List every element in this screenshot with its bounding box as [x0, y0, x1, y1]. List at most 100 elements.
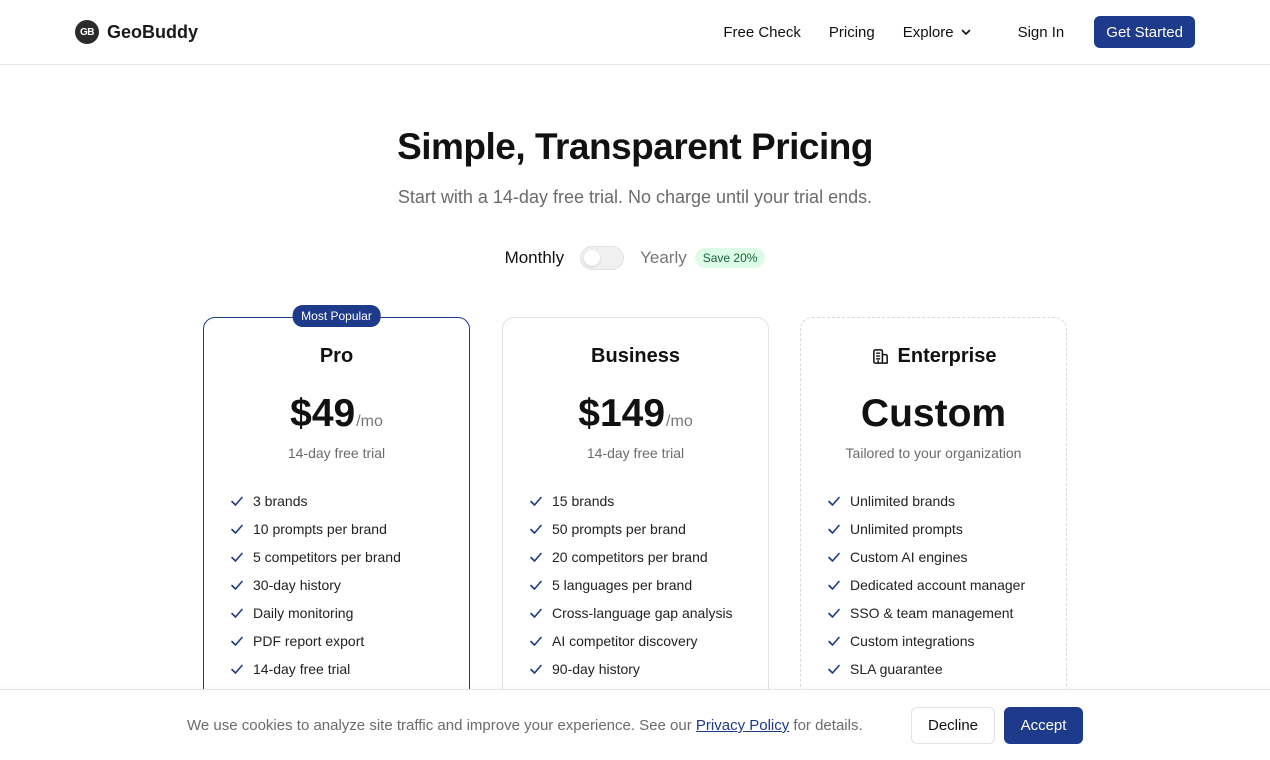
cookie-text-before: We use cookies to analyze site traffic a…	[187, 717, 696, 734]
cookie-banner: We use cookies to analyze site traffic a…	[0, 689, 1270, 760]
feature-item: SSO & team management	[827, 599, 1025, 627]
check-icon	[530, 552, 542, 562]
check-icon	[828, 636, 840, 646]
plan-price: $149	[578, 392, 666, 435]
billing-toggle-row: Monthly Yearly Save 20%	[0, 244, 1270, 272]
feature-item: 3 brands	[230, 487, 401, 515]
check-icon	[231, 580, 243, 590]
feature-text: 3 brands	[253, 493, 308, 509]
check-icon	[530, 580, 542, 590]
billing-period-switch[interactable]	[580, 246, 625, 270]
plan-period: /mo	[666, 413, 693, 430]
plan-card-enterprise: Enterprise Custom Tailored to your organ…	[800, 317, 1067, 737]
plan-card-business: Business $149 /mo 14-day free trial 15 b…	[502, 317, 769, 737]
check-icon	[828, 580, 840, 590]
billing-monthly-label[interactable]: Monthly	[505, 248, 565, 268]
feature-text: Cross-language gap analysis	[552, 605, 733, 621]
plan-name-text: Business	[591, 345, 680, 367]
check-icon	[231, 608, 243, 618]
feature-text: 20 competitors per brand	[552, 549, 708, 565]
feature-item: 10 prompts per brand	[230, 515, 401, 543]
feature-item: Dedicated account manager	[827, 571, 1025, 599]
feature-text: 50 prompts per brand	[552, 521, 686, 537]
feature-list: Unlimited brands Unlimited prompts Custom …	[827, 487, 1025, 683]
feature-item: Daily monitoring	[230, 599, 401, 627]
check-icon	[231, 664, 243, 674]
feature-item: 15 brands	[529, 487, 733, 515]
check-icon	[231, 524, 243, 534]
nav-pricing[interactable]: Pricing	[829, 24, 875, 41]
price-row: Custom	[801, 392, 1066, 436]
top-nav: Free Check Pricing Explore Sign In Get S…	[723, 16, 1195, 48]
logo[interactable]: GB GeoBuddy	[75, 20, 198, 44]
check-icon	[828, 664, 840, 674]
feature-text: 14-day free trial	[253, 661, 351, 677]
plan-note: Tailored to your organization	[845, 445, 1022, 461]
feature-text: 15 brands	[552, 493, 615, 509]
plan-name: Enterprise	[801, 345, 1066, 368]
plan-name-text: Enterprise	[897, 345, 997, 367]
plan-name: Pro	[204, 345, 469, 368]
price-row: $149 /mo	[503, 392, 768, 436]
privacy-policy-link[interactable]: Privacy Policy	[696, 717, 789, 734]
plan-name: Business	[503, 345, 768, 368]
feature-list: 3 brands 10 prompts per brand 5 competitor…	[230, 487, 401, 683]
plan-period: /mo	[356, 413, 383, 430]
feature-text: AI competitor discovery	[552, 633, 698, 649]
billing-yearly-label[interactable]: Yearly	[640, 248, 687, 268]
feature-item: 5 languages per brand	[529, 571, 733, 599]
feature-text: SSO & team management	[850, 605, 1014, 621]
page-title: Simple, Transparent Pricing	[397, 126, 873, 167]
plan-card-pro: Most Popular Pro $49 /mo 14-day free tri…	[203, 305, 470, 737]
check-icon	[530, 664, 542, 674]
check-icon	[828, 524, 840, 534]
feature-text: Custom integrations	[850, 633, 975, 649]
check-icon	[231, 496, 243, 506]
nav-free-check[interactable]: Free Check	[723, 24, 801, 41]
get-started-button[interactable]: Get Started	[1094, 16, 1195, 48]
check-icon	[231, 636, 243, 646]
check-icon	[530, 636, 542, 646]
check-icon	[530, 496, 542, 506]
feature-item: 30-day history	[230, 571, 401, 599]
feature-item: 14-day free trial	[230, 655, 401, 683]
check-icon	[828, 608, 840, 618]
feature-list: 15 brands 50 prompts per brand 20 competit…	[529, 487, 733, 711]
nav-explore[interactable]: Explore	[903, 24, 972, 41]
feature-text: 30-day history	[253, 577, 341, 593]
check-icon	[231, 552, 243, 562]
most-popular-badge: Most Popular	[292, 305, 381, 327]
feature-text: Custom AI engines	[850, 549, 968, 565]
feature-item: Unlimited brands	[827, 487, 1025, 515]
nav-explore-label: Explore	[902, 23, 954, 41]
switch-knob	[584, 250, 601, 266]
plan-name-text: Pro	[319, 345, 354, 367]
check-icon	[530, 524, 542, 534]
feature-item: PDF report export	[230, 627, 401, 655]
feature-text: PDF report export	[253, 633, 365, 649]
plan-note: 14-day free trial	[287, 445, 386, 461]
check-icon	[828, 496, 840, 506]
feature-text: 5 languages per brand	[552, 577, 693, 593]
feature-text: Dedicated account manager	[850, 577, 1026, 593]
logo-mark-icon: GB	[75, 20, 99, 44]
chevron-down-icon	[961, 29, 970, 35]
decline-button[interactable]: Decline	[911, 707, 995, 744]
feature-text: Unlimited brands	[850, 493, 956, 509]
feature-item: AI competitor discovery	[529, 627, 733, 655]
page-subtitle: Start with a 14-day free trial. No charg…	[397, 187, 873, 207]
accept-button[interactable]: Accept	[1004, 707, 1083, 744]
feature-text: Unlimited prompts	[850, 521, 963, 537]
site-header: GB GeoBuddy Free Check Pricing Explore S…	[0, 0, 1270, 65]
plan-note: 14-day free trial	[586, 445, 685, 461]
feature-text: 5 competitors per brand	[253, 549, 401, 565]
cookie-message: We use cookies to analyze site traffic a…	[187, 717, 863, 734]
cookie-text-after: for details.	[789, 717, 863, 734]
sign-in-link[interactable]: Sign In	[1018, 24, 1065, 41]
save-badge: Save 20%	[694, 248, 766, 268]
feature-item: 5 competitors per brand	[230, 543, 401, 571]
feature-item: SLA guarantee	[827, 655, 1025, 683]
feature-item: 20 competitors per brand	[529, 543, 733, 571]
feature-item: Unlimited prompts	[827, 515, 1025, 543]
feature-item: Cross-language gap analysis	[529, 599, 733, 627]
